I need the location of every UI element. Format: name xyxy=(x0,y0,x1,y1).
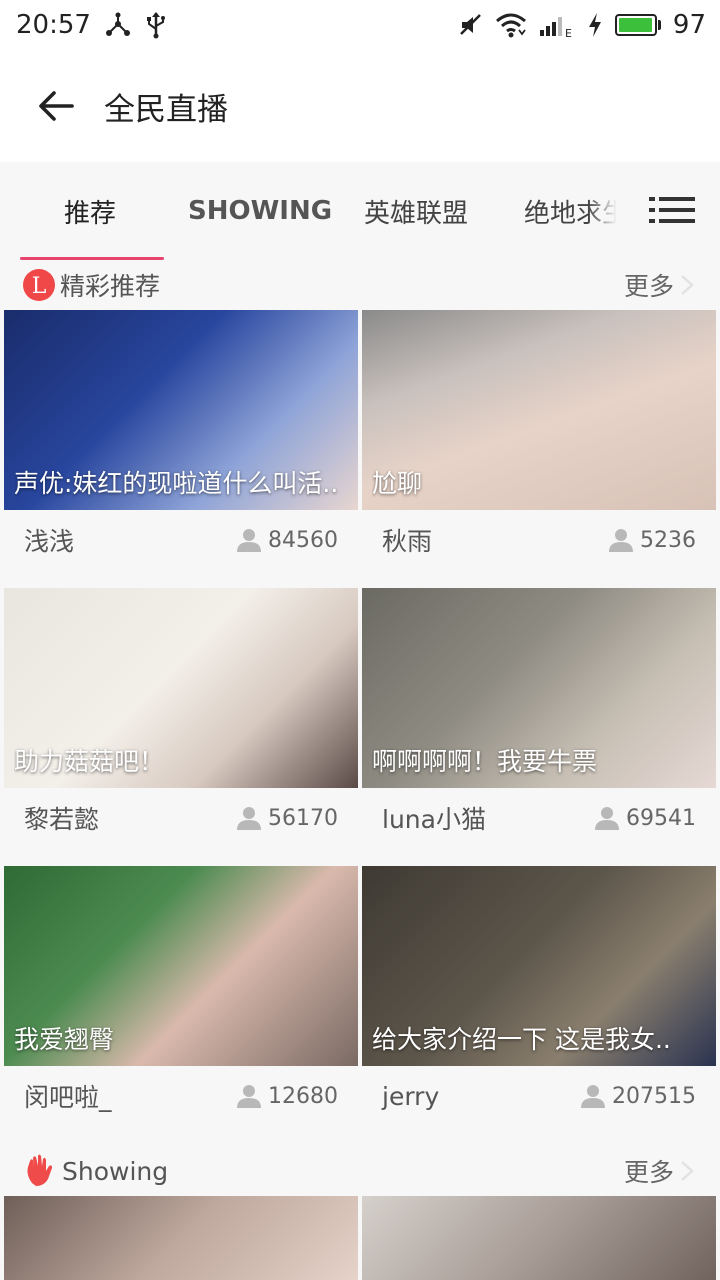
stream-caption: 我爱翘臀 xyxy=(14,1025,115,1054)
streamer-name: 浅浅 xyxy=(24,527,75,556)
section-title-wrap: Showing xyxy=(22,1153,168,1189)
stream-card[interactable]: 给大家介绍一下 这是我女.. jerry 207515 xyxy=(362,866,716,1144)
more-link-showing[interactable]: 更多 xyxy=(624,1153,694,1189)
viewer-count: 84560 xyxy=(236,528,338,553)
stream-card[interactable]: 我爱翘臀 闵吧啦_ 12680 xyxy=(4,866,358,1144)
tab-active-indicator xyxy=(20,257,164,260)
stream-caption: 尬聊 xyxy=(372,469,423,498)
stream-thumbnail[interactable] xyxy=(4,1196,358,1280)
tab-showing[interactable]: SHOWING xyxy=(188,162,332,260)
more-label: 更多 xyxy=(623,272,674,301)
card-meta: 浅浅 84560 xyxy=(4,510,358,570)
usb-icon xyxy=(145,11,167,39)
svg-text:E: E xyxy=(565,27,572,38)
battery-icon xyxy=(614,14,661,36)
status-right: E 97 xyxy=(459,10,706,40)
tab-label: 推荐 xyxy=(64,198,117,229)
mute-icon xyxy=(459,13,483,37)
section-title: Showing xyxy=(62,1156,169,1186)
tab-lol[interactable]: 英雄联盟 xyxy=(364,162,468,260)
viewer-count: 12680 xyxy=(236,1084,338,1109)
tab-label: SHOWING xyxy=(188,196,333,226)
card-meta: 黎若懿 56170 xyxy=(4,788,358,848)
status-left: 20:57 xyxy=(16,10,167,40)
stream-card[interactable]: 啊啊啊啊！我要牛票 luna小猫 69541 xyxy=(362,588,716,866)
wave-hand-icon xyxy=(27,1154,52,1186)
stream-caption: 给大家介绍一下 这是我女.. xyxy=(372,1025,671,1054)
stream-thumbnail[interactable] xyxy=(362,1196,716,1280)
app-bar: 全民直播 xyxy=(0,50,720,162)
tab-label: 英雄联盟 xyxy=(364,198,469,229)
viewer-count-value: 12680 xyxy=(268,1083,338,1109)
person-icon xyxy=(237,1085,261,1108)
live-badge-icon: L xyxy=(23,269,55,301)
stream-caption: 声优:妹红的现啦道什么叫活.. xyxy=(14,469,339,498)
stream-thumbnail: 给大家介绍一下 这是我女.. xyxy=(362,866,716,1066)
category-menu-button[interactable] xyxy=(642,184,702,236)
streamer-name: 闵吧啦_ xyxy=(24,1083,112,1112)
battery-level: 97 xyxy=(672,10,706,40)
stream-grid: 声优:妹红的现啦道什么叫活.. 浅浅 84560 尬聊 秋雨 5236 助力菇菇… xyxy=(0,310,720,1144)
stream-thumbnail: 声优:妹红的现啦道什么叫活.. xyxy=(4,310,358,510)
person-icon xyxy=(581,1085,606,1108)
section-header-showing: Showing 更多 xyxy=(0,1146,720,1196)
svg-text:L: L xyxy=(32,274,47,299)
chevron-right-icon xyxy=(681,275,694,295)
back-button[interactable] xyxy=(36,86,76,126)
viewer-count: 207515 xyxy=(580,1084,696,1109)
stream-card[interactable]: 助力菇菇吧！ 黎若懿 56170 xyxy=(4,588,358,866)
section-title: 精彩推荐 xyxy=(60,272,161,301)
list-menu-icon xyxy=(649,197,695,223)
stream-thumbnail: 助力菇菇吧！ xyxy=(4,588,358,788)
more-link-featured[interactable]: 更多 xyxy=(624,267,694,303)
status-time: 20:57 xyxy=(16,10,91,40)
category-tabs: 推荐 SHOWING 英雄联盟 绝地求生 xyxy=(0,162,720,260)
person-icon xyxy=(595,807,619,830)
arrow-left-icon xyxy=(39,91,74,121)
signal-icon: E xyxy=(539,12,575,38)
viewer-count-value: 84560 xyxy=(268,527,338,553)
person-icon xyxy=(237,807,261,830)
wifi-icon xyxy=(495,12,527,38)
person-icon xyxy=(237,529,261,552)
streamer-name: luna小猫 xyxy=(382,805,486,834)
charging-icon xyxy=(587,12,603,38)
viewer-count-value: 5236 xyxy=(640,527,696,553)
streamer-name: 秋雨 xyxy=(382,527,433,556)
stream-caption: 助力菇菇吧！ xyxy=(14,747,165,776)
viewer-count: 5236 xyxy=(608,528,696,553)
status-bar: 20:57 E 97 xyxy=(0,0,720,50)
viewer-count: 69541 xyxy=(594,806,696,831)
card-meta: luna小猫 69541 xyxy=(362,788,716,848)
network-share-icon xyxy=(105,12,131,38)
more-label: 更多 xyxy=(623,1158,674,1187)
viewer-count-value: 69541 xyxy=(626,805,696,831)
streamer-name: jerry xyxy=(382,1081,440,1111)
viewer-count: 56170 xyxy=(236,806,338,831)
stream-caption: 啊啊啊啊！我要牛票 xyxy=(372,747,598,776)
stream-thumbnail: 啊啊啊啊！我要牛票 xyxy=(362,588,716,788)
tab-fade xyxy=(588,162,624,260)
person-icon xyxy=(609,529,633,552)
tab-recommend[interactable]: 推荐 xyxy=(64,162,116,260)
streamer-name: 黎若懿 xyxy=(24,805,100,834)
viewer-count-value: 56170 xyxy=(268,805,338,831)
card-meta: 秋雨 5236 xyxy=(362,510,716,570)
card-meta: jerry 207515 xyxy=(362,1066,716,1126)
chevron-right-icon xyxy=(681,1161,694,1181)
stream-card[interactable]: 尬聊 秋雨 5236 xyxy=(362,310,716,588)
stream-card[interactable]: 声优:妹红的现啦道什么叫活.. 浅浅 84560 xyxy=(4,310,358,588)
stream-thumbnail: 尬聊 xyxy=(362,310,716,510)
viewer-count-value: 207515 xyxy=(612,1083,696,1109)
stream-grid-showing xyxy=(0,1196,720,1280)
page-title: 全民直播 xyxy=(104,91,228,128)
card-meta: 闵吧啦_ 12680 xyxy=(4,1066,358,1126)
section-header-featured: L 精彩推荐 更多 xyxy=(0,260,720,310)
stream-thumbnail: 我爱翘臀 xyxy=(4,866,358,1066)
section-title-wrap: L 精彩推荐 xyxy=(22,267,160,303)
